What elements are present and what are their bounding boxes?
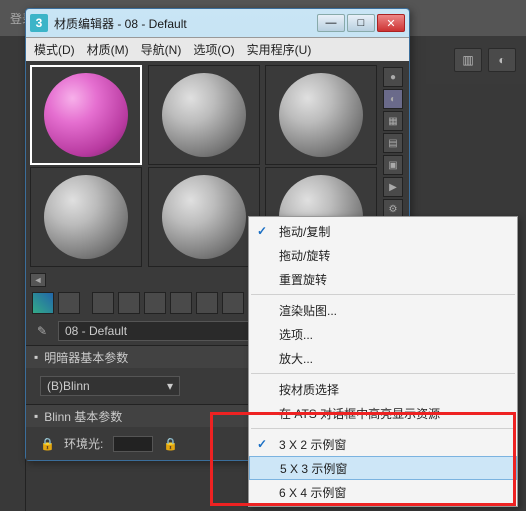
- cm-drag-rotate[interactable]: 拖动/旋转: [249, 243, 517, 267]
- sample-sphere: [279, 73, 363, 157]
- sample-type-icon[interactable]: ●: [383, 67, 403, 87]
- shader-rollup-title: 明暗器基本参数: [44, 349, 128, 366]
- preview-icon[interactable]: ▶: [383, 177, 403, 197]
- cm-by-material[interactable]: 按材质选择: [249, 377, 517, 401]
- cm-reset-rotate[interactable]: 重置旋转: [249, 267, 517, 291]
- close-button[interactable]: ✕: [377, 14, 405, 32]
- material-id-button[interactable]: [222, 292, 244, 314]
- scroll-left-icon[interactable]: ◄: [30, 273, 46, 287]
- sample-sphere: [162, 73, 246, 157]
- cm-label: 5 X 3 示例窗: [280, 460, 347, 477]
- cm-label: 在 ATS 对话框中高亮显示资源: [279, 405, 440, 422]
- cm-options[interactable]: 选项...: [249, 322, 517, 346]
- get-material-button[interactable]: [32, 292, 54, 314]
- sample-sphere: [162, 175, 246, 259]
- menu-navigate[interactable]: 导航(N): [141, 41, 182, 58]
- cm-label: 6 X 4 示例窗: [279, 484, 346, 501]
- cm-label: 拖动/复制: [279, 223, 330, 240]
- cm-label: 选项...: [279, 326, 313, 343]
- bullet-icon: ▪: [34, 409, 38, 423]
- cm-label: 拖动/旋转: [279, 247, 330, 264]
- ambient-label: 环境光:: [64, 435, 103, 452]
- cm-label: 按材质选择: [279, 381, 339, 398]
- check-icon: ✓: [257, 437, 267, 451]
- ambient-color-swatch[interactable]: [113, 436, 153, 452]
- menu-separator: [251, 373, 515, 374]
- cm-zoom[interactable]: 放大...: [249, 346, 517, 370]
- cm-render-map[interactable]: 渲染贴图...: [249, 298, 517, 322]
- sample-slot-5[interactable]: [148, 167, 260, 267]
- cm-label: 3 X 2 示例窗: [279, 436, 346, 453]
- cm-grid-6x4[interactable]: 6 X 4 示例窗: [249, 480, 517, 504]
- menu-options[interactable]: 选项(O): [193, 41, 234, 58]
- eyedropper-icon[interactable]: ✎: [32, 321, 52, 341]
- sample-sphere: [44, 73, 128, 157]
- chevron-down-icon: ▾: [167, 379, 173, 393]
- sample-slot-3[interactable]: [265, 65, 377, 165]
- menu-utility[interactable]: 实用程序(U): [247, 41, 312, 58]
- shader-dropdown-value: (B)Blinn: [47, 379, 90, 393]
- lock-icon[interactable]: 🔒: [163, 437, 177, 451]
- cm-grid-5x3[interactable]: 5 X 3 示例窗: [249, 456, 517, 480]
- put-to-lib-button[interactable]: [196, 292, 218, 314]
- assign-button[interactable]: [92, 292, 114, 314]
- left-panel: [0, 84, 26, 511]
- cm-drag-copy[interactable]: ✓ 拖动/复制: [249, 219, 517, 243]
- cm-label: 放大...: [279, 350, 313, 367]
- host-ribbon: ▥ ◐: [426, 36, 526, 84]
- cm-label: 重置旋转: [279, 271, 327, 288]
- background-icon[interactable]: ▦: [383, 111, 403, 131]
- bullet-icon: ▪: [34, 350, 38, 364]
- uv-tile-icon[interactable]: ▤: [383, 133, 403, 153]
- sample-slot-2[interactable]: [148, 65, 260, 165]
- check-icon: ✓: [257, 224, 267, 238]
- sample-slot-4[interactable]: [30, 167, 142, 267]
- menu-separator: [251, 294, 515, 295]
- put-to-scene-button[interactable]: [58, 292, 80, 314]
- minimize-button[interactable]: —: [317, 14, 345, 32]
- shader-dropdown[interactable]: (B)Blinn ▾: [40, 376, 180, 396]
- window-title: 材质编辑器 - 08 - Default: [54, 15, 187, 32]
- cm-grid-3x2[interactable]: ✓ 3 X 2 示例窗: [249, 432, 517, 456]
- menu-separator: [251, 428, 515, 429]
- menu-material[interactable]: 材质(M): [87, 41, 129, 58]
- menu-mode[interactable]: 模式(D): [34, 41, 75, 58]
- context-menu: ✓ 拖动/复制 拖动/旋转 重置旋转 渲染贴图... 选项... 放大... 按…: [248, 216, 518, 507]
- backlight-icon[interactable]: ◐: [383, 89, 403, 109]
- make-unique-button[interactable]: [170, 292, 192, 314]
- reset-button[interactable]: [118, 292, 140, 314]
- app-icon: 3: [30, 14, 48, 32]
- make-copy-button[interactable]: [144, 292, 166, 314]
- lock-icon[interactable]: 🔒: [40, 437, 54, 451]
- ribbon-button-render[interactable]: ▥: [454, 48, 482, 72]
- video-check-icon[interactable]: ▣: [383, 155, 403, 175]
- blinn-rollup-title: Blinn 基本参数: [44, 408, 122, 425]
- cm-ats-highlight[interactable]: 在 ATS 对话框中高亮显示资源: [249, 401, 517, 425]
- ribbon-button-teapot[interactable]: ◐: [488, 48, 516, 72]
- titlebar[interactable]: 3 材质编辑器 - 08 - Default — □ ✕: [26, 9, 409, 37]
- menubar: 模式(D) 材质(M) 导航(N) 选项(O) 实用程序(U): [26, 37, 409, 61]
- cm-label: 渲染贴图...: [279, 302, 337, 319]
- sample-sphere: [44, 175, 128, 259]
- sample-slot-1[interactable]: [30, 65, 142, 165]
- maximize-button[interactable]: □: [347, 14, 375, 32]
